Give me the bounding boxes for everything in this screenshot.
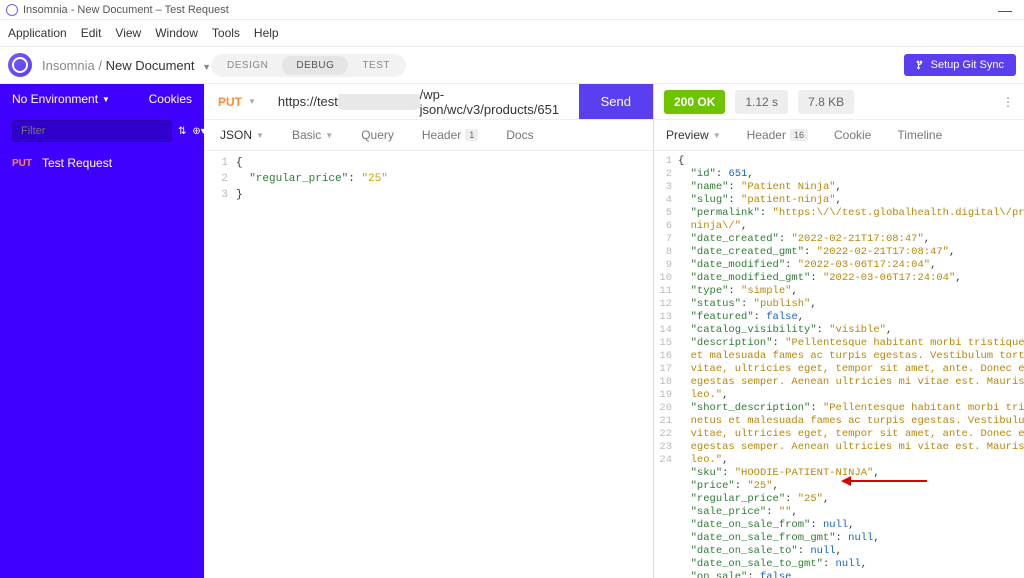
request-body-editor[interactable]: 123 { "regular_price": "25"} [204,151,653,578]
response-history-icon[interactable]: ⋮ [1002,95,1014,109]
chevron-down-icon: ▼ [256,131,264,140]
tab-auth[interactable]: Basic ▼ [292,128,333,142]
request-item[interactable]: PUT Test Request [0,148,204,178]
status-badge: 200 OK [664,90,725,114]
menu-application[interactable]: Application [8,26,67,40]
sort-icon[interactable]: ⇅ [178,126,186,137]
menu-tools[interactable]: Tools [212,26,240,40]
sidebar: No Environment ▼ Cookies ⇅ ⊕▾ PUT Test R… [0,84,204,578]
environment-selector[interactable]: No Environment ▼ [12,92,110,106]
insomnia-logo-icon[interactable] [8,53,32,77]
chevron-down-icon: ▼ [713,131,721,140]
tab-header[interactable]: Header 1 [422,128,478,142]
branch-icon [916,60,926,70]
method-dropdown[interactable]: PUT ▼ [204,84,270,119]
mode-debug[interactable]: DEBUG [282,56,348,75]
tab-timeline[interactable]: Timeline [897,128,942,142]
chevron-down-icon: ▼ [248,97,256,106]
breadcrumb: Insomnia / New Document ▼ [42,58,211,73]
response-body-viewer[interactable]: 123456789101112131415161718192021222324 … [654,151,1024,578]
response-panel: 200 OK 1.12 s 7.8 KB ⋮ Preview ▼ Header … [654,84,1024,578]
cookies-button[interactable]: Cookies [149,92,192,106]
annotation-arrow-icon [839,475,929,491]
menu-window[interactable]: Window [155,26,198,40]
tab-cookie[interactable]: Cookie [834,128,871,142]
preview-dropdown[interactable]: Preview ▼ [666,128,721,142]
size-badge: 7.8 KB [798,90,854,114]
sidebar-filter-input[interactable] [12,120,172,142]
header-count-badge: 1 [465,129,478,141]
tab-query[interactable]: Query [361,128,394,142]
mode-test[interactable]: TEST [348,56,404,75]
chevron-down-icon: ▼ [325,131,333,140]
url-input[interactable]: https://test████████/wp-json/wc/v3/produ… [270,84,579,119]
request-method-badge: PUT [12,158,32,169]
tab-docs[interactable]: Docs [506,128,533,142]
body-type-dropdown[interactable]: JSON ▼ [220,128,264,142]
breadcrumb-current[interactable]: New Document [106,58,195,73]
chevron-down-icon[interactable]: ▼ [202,62,211,72]
menu-edit[interactable]: Edit [81,26,102,40]
send-button[interactable]: Send [579,84,653,119]
tab-response-header[interactable]: Header 16 [747,128,808,142]
mode-switcher: DESIGN DEBUG TEST [211,54,406,77]
menu-help[interactable]: Help [254,26,279,40]
mode-design[interactable]: DESIGN [213,56,282,75]
time-badge: 1.12 s [735,90,788,114]
setup-git-sync-button[interactable]: Setup Git Sync [904,54,1016,76]
document-bar: Insomnia / New Document ▼ DESIGN DEBUG T… [0,47,1024,84]
menubar: Application Edit View Window Tools Help [0,20,1024,47]
window-title: Insomnia - New Document – Test Request [23,4,229,16]
breadcrumb-root[interactable]: Insomnia [42,58,95,73]
request-panel: PUT ▼ https://test████████/wp-json/wc/v3… [204,84,654,578]
titlebar: Insomnia - New Document – Test Request — [0,0,1024,20]
chevron-down-icon: ▼ [102,95,110,104]
app-icon [6,4,18,16]
request-name: Test Request [42,156,112,170]
minimize-icon[interactable]: — [998,2,1012,18]
menu-view[interactable]: View [115,26,141,40]
url-masked-segment: ████████ [338,94,420,109]
response-header-count-badge: 16 [790,129,808,141]
